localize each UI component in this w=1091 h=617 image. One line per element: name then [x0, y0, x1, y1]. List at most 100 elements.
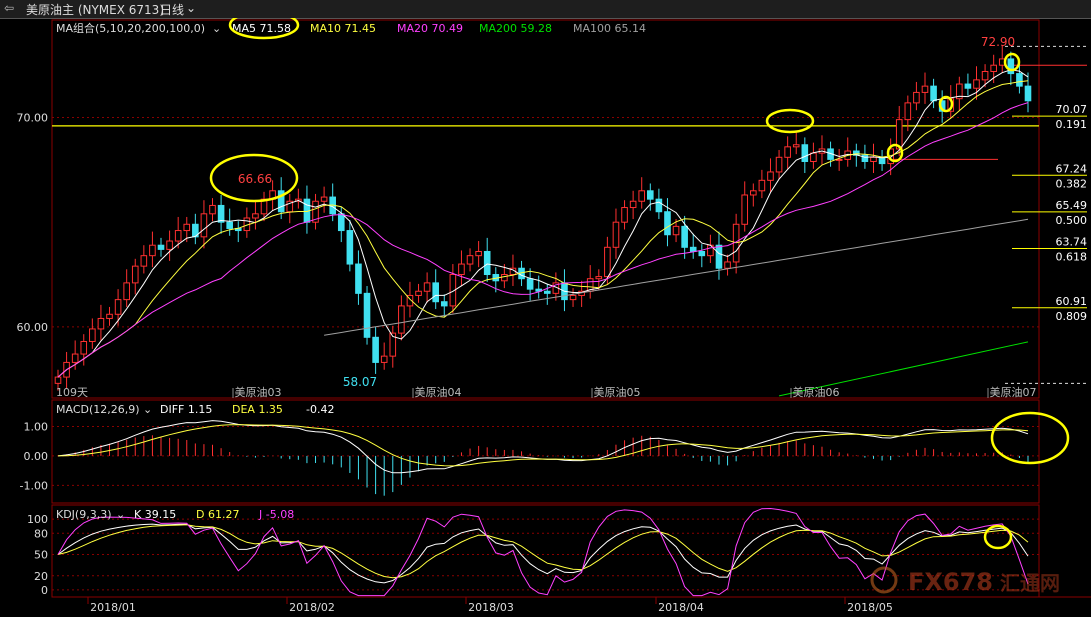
- fib-level-ratio: 0.809: [1056, 310, 1088, 323]
- candle-body: [913, 91, 920, 104]
- chevron-down-icon: ⌄: [212, 22, 221, 35]
- candle-body: [1024, 85, 1032, 102]
- macd-legend-item: -0.42: [306, 403, 334, 416]
- fib-level-ratio: 0.618: [1056, 251, 1088, 264]
- candle-body: [810, 152, 817, 162]
- fib-level-price: 63.74: [1056, 236, 1088, 249]
- candle-body: [569, 294, 577, 301]
- candle-body: [123, 282, 130, 301]
- price-pane-border: [51, 19, 1040, 399]
- candle-body: [981, 70, 989, 81]
- kdj-legend-item: J -5.08: [258, 508, 294, 521]
- price-annotation: 72.90: [981, 35, 1015, 49]
- ma-legend-ma20: MA20 70.49: [397, 22, 463, 35]
- watermark-logo-icon: [870, 566, 898, 594]
- candle-body: [97, 317, 105, 330]
- candle-body: [655, 198, 663, 213]
- highlight-circle: [990, 411, 1070, 465]
- candle-body: [543, 290, 551, 294]
- candle-body: [54, 376, 62, 384]
- kdj-legend-item: K 39.15: [134, 508, 176, 521]
- candle-body: [149, 244, 156, 257]
- candle-body: [973, 79, 980, 89]
- candle-body: [114, 299, 122, 315]
- candle-body: [724, 261, 731, 269]
- candle-body: [681, 225, 688, 248]
- macd-y-tick: -1.00: [20, 479, 48, 492]
- candle-body: [784, 146, 791, 158]
- day-count-label: 109天: [56, 386, 88, 399]
- back-arrow-icon[interactable]: ⇦: [4, 1, 14, 15]
- candle-body: [80, 340, 88, 355]
- candle-body: [174, 230, 182, 242]
- price-annotation: 66.66: [238, 172, 272, 186]
- candle-body: [432, 282, 439, 303]
- watermark-text: FX678: [908, 568, 993, 596]
- kdj-y-tick: 20: [34, 570, 48, 583]
- time-axis-label: 2018/04: [658, 601, 704, 614]
- kdj-d-line: [57, 524, 1029, 579]
- candle-body: [1007, 58, 1015, 75]
- fib-level-ratio: 0.191: [1056, 118, 1088, 131]
- candle-body: [621, 207, 628, 223]
- candle-body: [861, 154, 869, 162]
- candle-body: [767, 171, 774, 181]
- candle-body: [647, 190, 654, 200]
- candle-body: [166, 240, 173, 250]
- candle-body: [458, 263, 465, 276]
- ma-legend-ma200: MA200 59.28: [479, 22, 552, 35]
- ma-indicator-label: MA组合(5,10,20,200,100,0): [56, 21, 205, 35]
- fib-level-ratio: 0.500: [1056, 214, 1088, 227]
- fib-level-price: 65.49: [1056, 199, 1088, 212]
- candle-body: [638, 190, 646, 202]
- candle-body: [89, 328, 96, 342]
- candle-body: [698, 250, 706, 257]
- kdj-y-tick: 0: [41, 584, 48, 597]
- candle-body: [183, 223, 191, 232]
- candle-body: [612, 221, 620, 248]
- kdj-y-tick: 80: [34, 527, 48, 540]
- candle-body: [689, 246, 697, 252]
- candle-body: [466, 255, 474, 265]
- price-annotation: 58.07: [343, 375, 377, 389]
- fib-level-price: 70.07: [1056, 103, 1088, 116]
- candle-body: [252, 213, 259, 219]
- time-axis-label: 2018/05: [847, 601, 893, 614]
- chevron-down-icon: ⌄: [143, 403, 152, 416]
- kdj-y-tick: 100: [27, 513, 48, 526]
- candle-body: [921, 85, 929, 93]
- month-marker-label: 美原油05: [594, 385, 641, 399]
- macd-indicator-label: MACD(12,26,9): [56, 403, 140, 416]
- kdj-j-line: [57, 507, 1029, 597]
- fib-level-ratio: 0.382: [1056, 177, 1088, 190]
- chevron-down-icon[interactable]: ⌄: [186, 1, 196, 15]
- instrument-title: 美原油主 (NYMEX 6713): [26, 3, 164, 17]
- chevron-down-icon: ⌄: [116, 508, 125, 521]
- candle-body: [672, 225, 680, 236]
- candle-body: [741, 194, 749, 225]
- candle-body: [157, 244, 165, 250]
- ma-legend-ma5: MA5 71.58: [232, 22, 291, 35]
- candle-body: [106, 313, 113, 319]
- period-selector[interactable]: 日线: [160, 1, 184, 18]
- candle-body: [483, 250, 491, 276]
- ma-legend-ma10: MA10 71.45: [310, 22, 376, 35]
- candle-body: [501, 274, 508, 282]
- price-y-tick: 70.00: [17, 112, 49, 125]
- ma-legend-ma100: MA100 65.14: [573, 22, 646, 35]
- candle-body: [664, 211, 671, 236]
- candle-body: [217, 204, 225, 223]
- candle-body: [604, 246, 611, 278]
- candle-body: [878, 156, 886, 165]
- highlight-circle: [983, 524, 1013, 550]
- trading-chart[interactable]: 70.00 60.00 70.07 0.191 67.24 0.382 65.49 0.500…: [0, 18, 1091, 617]
- candle-body: [526, 278, 534, 290]
- candle-body: [990, 64, 997, 72]
- candle-body: [415, 290, 422, 296]
- candle-body: [372, 336, 379, 363]
- candle-body: [629, 200, 637, 209]
- candle-body: [71, 353, 79, 363]
- candle-body: [200, 213, 208, 238]
- candle-body: [750, 190, 757, 196]
- candle-body: [475, 250, 482, 257]
